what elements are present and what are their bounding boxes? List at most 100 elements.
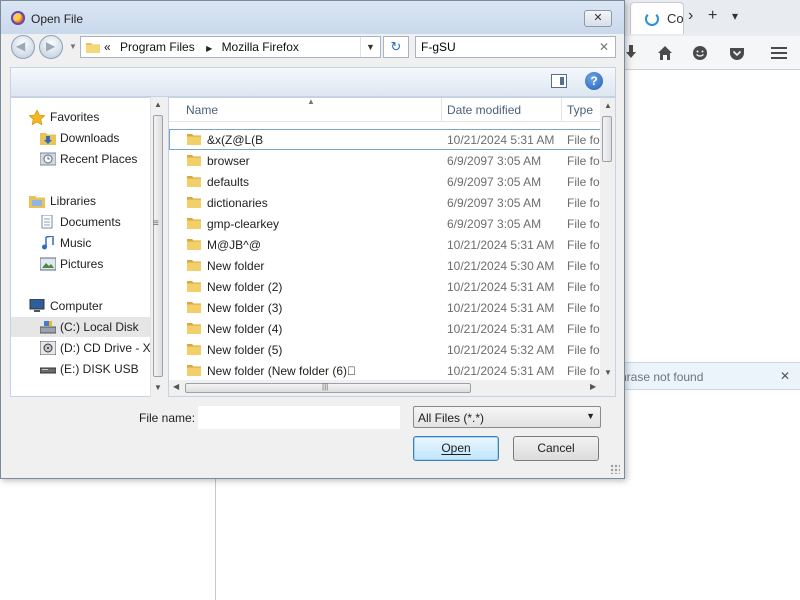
file-row[interactable]: gmp-clearkey 6/9/2097 3:05 AM File folder [169, 213, 603, 234]
nav-computer[interactable]: Computer [11, 296, 151, 316]
file-row[interactable]: New folder (3) 10/21/2024 5:31 AM File fol… [169, 297, 603, 318]
loading-spinner-icon [645, 12, 659, 26]
column-divider[interactable] [561, 98, 562, 122]
file-name: browser [207, 154, 250, 168]
column-divider[interactable] [441, 98, 442, 122]
file-date-modified: 6/9/2097 3:05 AM [447, 196, 542, 210]
file-row[interactable]: New folder (New folder (6)  10/21/2024 5:… [169, 360, 603, 381]
column-name[interactable]: Name [186, 103, 218, 117]
nav-label: Pictures [60, 257, 104, 271]
file-type: File folder [567, 259, 603, 273]
open-button[interactable]: Open [413, 436, 499, 461]
file-type-value: All Files (*.*) [418, 411, 485, 425]
file-row[interactable]: New folder 10/21/2024 5:30 AM File folder [169, 255, 603, 276]
help-icon[interactable]: ? [585, 72, 603, 90]
back-button[interactable]: ◀ [11, 35, 35, 59]
home-icon[interactable] [656, 44, 674, 62]
nav-recent-places[interactable]: Recent Places [11, 149, 151, 169]
file-row[interactable]: browser 6/9/2097 3:05 AM File folder [169, 150, 603, 171]
scroll-down-icon[interactable]: ▼ [604, 368, 612, 377]
address-bar[interactable]: « Program Files ▶ Mozilla Firefox ▼ [80, 36, 381, 58]
nav-music[interactable]: Music [11, 233, 151, 253]
scroll-thumb[interactable] [602, 116, 612, 162]
address-dropdown-icon[interactable]: ▼ [360, 37, 380, 57]
file-row[interactable]: &x(Z@L(B 10/21/2024 5:31 AM File folder [169, 129, 603, 150]
file-type: File folder [567, 196, 603, 210]
scroll-right-icon[interactable]: ▶ [590, 382, 596, 391]
nav-label: Documents [60, 215, 121, 229]
scroll-thumb[interactable]: ||| [185, 382, 471, 393]
nav-pictures[interactable]: Pictures [11, 254, 151, 274]
file-date-modified: 10/21/2024 5:30 AM [447, 259, 555, 273]
nav-e-drive[interactable]: (E:) DISK USB [11, 359, 151, 379]
file-type: File folder [567, 175, 603, 189]
nav-c-drive[interactable]: (C:) Local Disk [11, 317, 151, 337]
chevron-down-icon: ▼ [586, 411, 595, 421]
nav-favorites[interactable]: Favorites [11, 107, 151, 127]
dialog-titlebar[interactable]: Open File ✕ [1, 1, 624, 34]
firefox-logo-icon [11, 11, 25, 25]
folder-icon [187, 301, 201, 316]
nav-label: (D:) CD Drive - X1 [60, 341, 158, 355]
breadcrumb: « Program Files ▶ Mozilla Firefox [104, 40, 305, 54]
refresh-button[interactable]: ↻ [383, 36, 409, 58]
tab-scroll-chevron-icon[interactable]: › [688, 6, 693, 26]
new-tab-button[interactable]: + [708, 6, 717, 26]
file-name: New folder (3) [207, 301, 283, 315]
file-list-vertical-scrollbar[interactable]: ▲ ▼ [600, 98, 615, 382]
navigation-pane: Favorites Downloads Recent Places Librar… [10, 97, 165, 397]
folder-icon [187, 175, 201, 190]
breadcrumb-overflow[interactable]: « [104, 40, 111, 54]
file-date-modified: 10/21/2024 5:32 AM [447, 343, 555, 357]
file-type-select[interactable]: All Files (*.*) ▼ [413, 406, 601, 428]
nav-documents[interactable]: Documents [11, 212, 151, 232]
menu-icon[interactable] [770, 44, 788, 62]
resize-grip-icon[interactable] [610, 464, 620, 474]
documents-icon [40, 214, 56, 229]
clear-search-icon[interactable]: ✕ [599, 40, 609, 54]
scroll-down-icon[interactable]: ▼ [154, 383, 162, 392]
column-type[interactable]: Type [567, 103, 593, 117]
scroll-left-icon[interactable]: ◀ [173, 382, 179, 391]
search-input[interactable] [419, 38, 597, 56]
nav-d-drive[interactable]: (D:) CD Drive - X1 [11, 338, 157, 358]
file-date-modified: 10/21/2024 5:31 AM [447, 133, 555, 147]
column-date-modified[interactable]: Date modified [447, 103, 521, 117]
scroll-up-icon[interactable]: ▲ [154, 100, 162, 109]
file-list-horizontal-scrollbar[interactable]: ◀ ||| ▶ [169, 380, 602, 396]
navigation-scrollbar[interactable]: ▲ ≡ ▼ [150, 97, 165, 397]
forward-arrow-icon: ▶ [46, 39, 56, 53]
forward-button[interactable]: ▶ [39, 35, 63, 59]
nav-label: Downloads [60, 131, 120, 145]
file-row[interactable]: New folder (4) 10/21/2024 5:31 AM File fol… [169, 318, 603, 339]
firefox-toolbar [624, 36, 800, 70]
pocket-icon[interactable] [728, 44, 746, 62]
file-date-modified: 6/9/2097 3:05 AM [447, 175, 542, 189]
cancel-button[interactable]: Cancel [513, 436, 599, 461]
tab-list-button[interactable]: ▾ [732, 6, 738, 26]
file-row[interactable]: New folder (2) 10/21/2024 5:31 AM File fol… [169, 276, 603, 297]
preview-pane-icon[interactable] [551, 74, 567, 88]
file-row[interactable]: defaults 6/9/2097 3:05 AM File folder [169, 171, 603, 192]
breadcrumb-separator-icon[interactable]: ▶ [206, 44, 212, 53]
nav-downloads[interactable]: Downloads [11, 128, 151, 148]
folder-icon [187, 238, 201, 253]
hello-icon[interactable] [691, 44, 709, 62]
close-button[interactable]: ✕ [584, 10, 612, 27]
scroll-up-icon[interactable]: ▲ [604, 101, 612, 110]
file-row[interactable]: New folder (5) 10/21/2024 5:32 AM File fol… [169, 339, 603, 360]
usb-disk-icon [39, 362, 57, 376]
nav-label: (C:) Local Disk [60, 320, 139, 334]
file-row[interactable]: dictionaries 6/9/2097 3:05 AM File folder [169, 192, 603, 213]
file-row[interactable]: M@JB^@ 10/21/2024 5:31 AM File folder [169, 234, 603, 255]
scroll-thumb[interactable] [153, 115, 163, 377]
nav-libraries[interactable]: Libraries [11, 191, 151, 211]
recent-locations-dropdown-icon[interactable]: ▼ [69, 42, 77, 51]
close-find-bar-icon[interactable]: ✕ [780, 369, 790, 383]
file-name-input[interactable] [198, 406, 400, 429]
breadcrumb-item[interactable]: Program Files [120, 40, 195, 54]
search-box[interactable]: ✕ [415, 36, 616, 58]
firefox-tab[interactable]: Co [630, 2, 684, 34]
nav-label: (E:) DISK USB [60, 362, 139, 376]
breadcrumb-item[interactable]: Mozilla Firefox [222, 40, 299, 54]
